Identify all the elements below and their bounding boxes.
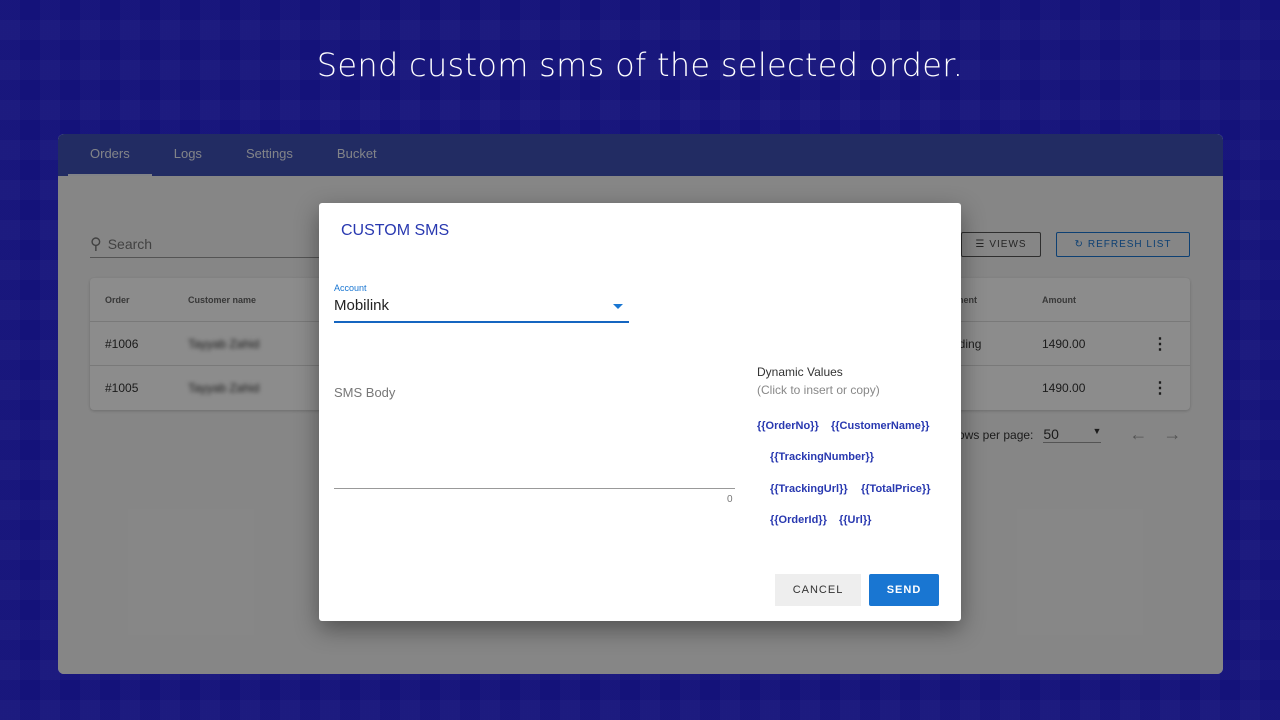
cancel-button[interactable]: CANCEL	[775, 574, 861, 606]
chip-url[interactable]: {{Url}}	[839, 514, 871, 526]
account-label: Account	[334, 283, 367, 293]
dynamic-values-title: Dynamic Values	[757, 365, 843, 379]
chip-total-price[interactable]: {{TotalPrice}}	[861, 483, 931, 495]
account-select[interactable]: Mobilink	[334, 297, 629, 323]
account-value: Mobilink	[334, 297, 390, 314]
dropdown-caret-icon	[613, 304, 623, 309]
chip-tracking-number[interactable]: {{TrackingNumber}}	[770, 451, 874, 463]
char-count: 0	[727, 494, 733, 505]
chip-order-no[interactable]: {{OrderNo}}	[757, 420, 819, 432]
sms-body-textarea[interactable]	[334, 384, 735, 489]
send-button[interactable]: SEND	[869, 574, 939, 606]
headline: Send custom sms of the selected order.	[316, 46, 964, 84]
chip-order-id[interactable]: {{OrderId}}	[770, 514, 827, 526]
chip-customer-name[interactable]: {{CustomerName}}	[831, 420, 929, 432]
chip-tracking-url[interactable]: {{TrackingUrl}}	[770, 483, 848, 495]
custom-sms-dialog: CUSTOM SMS Account Mobilink SMS Body 0 D…	[319, 203, 961, 621]
dynamic-values-subtitle: (Click to insert or copy)	[757, 383, 880, 397]
dialog-title: CUSTOM SMS	[341, 222, 450, 239]
